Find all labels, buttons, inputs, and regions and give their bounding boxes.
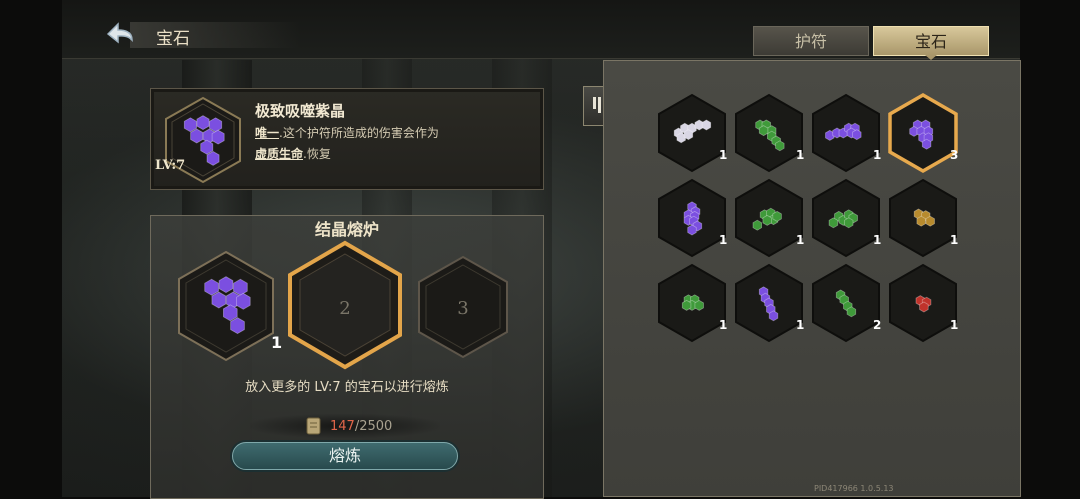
inventory-gem-slot[interactable]: 1 [809,177,883,259]
gem-level: LV:7 [155,158,186,173]
inventory-gem-count: 2 [873,318,882,332]
inventory-gem-count: 1 [719,318,728,332]
green-crystal-gem-icon [812,263,880,343]
purple-crystal-gem-icon [658,178,726,258]
inventory-gem-count: 1 [796,233,805,247]
tab-gem[interactable]: 宝石 [873,26,989,56]
inventory-gem-slot[interactable]: 1 [655,262,729,344]
inventory-gem-slot[interactable]: 1 [655,177,729,259]
inventory-gem-slot[interactable]: 1 [732,177,806,259]
inventory-gem-count: 3 [950,148,959,162]
inventory-gem-count: 1 [873,233,882,247]
cost-text: 147/2500 [330,419,392,434]
back-arrow-icon[interactable] [100,14,140,54]
green-crystal-gem-icon [812,178,880,258]
keyword-unique[interactable]: 唯一 [255,126,279,140]
inventory-gem-slot[interactable]: 1 [655,92,729,174]
gem-description-text1: 这个护符所造成的伤害会作为 [282,126,439,140]
furnace-hint: 放入更多的 LV:7 的宝石以进行熔炼 [245,380,449,395]
inventory-gem-count: 1 [950,233,959,247]
inventory-gem-count: 1 [719,148,728,162]
inventory-gem-slot[interactable]: 3 [886,92,960,174]
keyword-ethereal-life[interactable]: 虚质生命 [255,147,303,161]
furnace-slot-3-label: 3 [457,298,468,319]
inventory-gem-slot[interactable]: 1 [732,92,806,174]
page-title: 宝石 [156,29,190,49]
furnace-slot-1-count: 1 [271,333,283,352]
green-crystal-gem-icon [735,178,803,258]
red-crystal-gem-icon [889,263,957,343]
green-crystal-gem-icon [658,263,726,343]
gem-description-line2: 虚质生命.恢复 [255,147,331,161]
cost-have: 147 [330,419,355,434]
inventory-gem-count: 1 [873,148,882,162]
version-label: PID417966 1.0.5.13 [814,484,894,493]
inventory-gem-slot[interactable]: 1 [886,262,960,344]
tab-amulet[interactable]: 护符 [753,26,869,56]
furnace-title: 结晶熔炉 [314,220,379,239]
inventory-gem-count: 1 [950,318,959,332]
inventory-gem-count: 1 [796,318,805,332]
smelt-button[interactable]: 熔炼 [232,442,458,470]
inventory-gem-slot[interactable]: 1 [809,92,883,174]
purple-crystal-gem-icon [812,93,880,173]
green-crystal-gem-icon [735,93,803,173]
cost-total: /2500 [354,419,393,434]
gem-name: 极致吸噬紫晶 [255,102,346,120]
inventory-gem-count: 1 [796,148,805,162]
purple-crystal-gem-icon [888,92,958,174]
inventory-gem-slot[interactable]: 2 [809,262,883,344]
purple-crystal-gem-icon [735,263,803,343]
gem-description-line1: 唯一.这个护符所造成的伤害会作为 [255,126,439,140]
scroll-icon [306,417,321,435]
inventory-gem-slot[interactable]: 1 [732,262,806,344]
furnace-slot-2-label: 2 [339,298,350,319]
furnace-slot-3[interactable]: 3 [416,255,510,359]
white-crystal-gem-icon [658,93,726,173]
furnace-slot-1[interactable] [176,250,276,362]
inventory-gem-slot[interactable]: 1 [886,177,960,259]
amber-crystal-gem-icon [889,178,957,258]
inventory-gem-count: 1 [719,233,728,247]
furnace-slot-2[interactable]: 2 [286,240,404,370]
gem-description-text2: 恢复 [306,147,331,161]
